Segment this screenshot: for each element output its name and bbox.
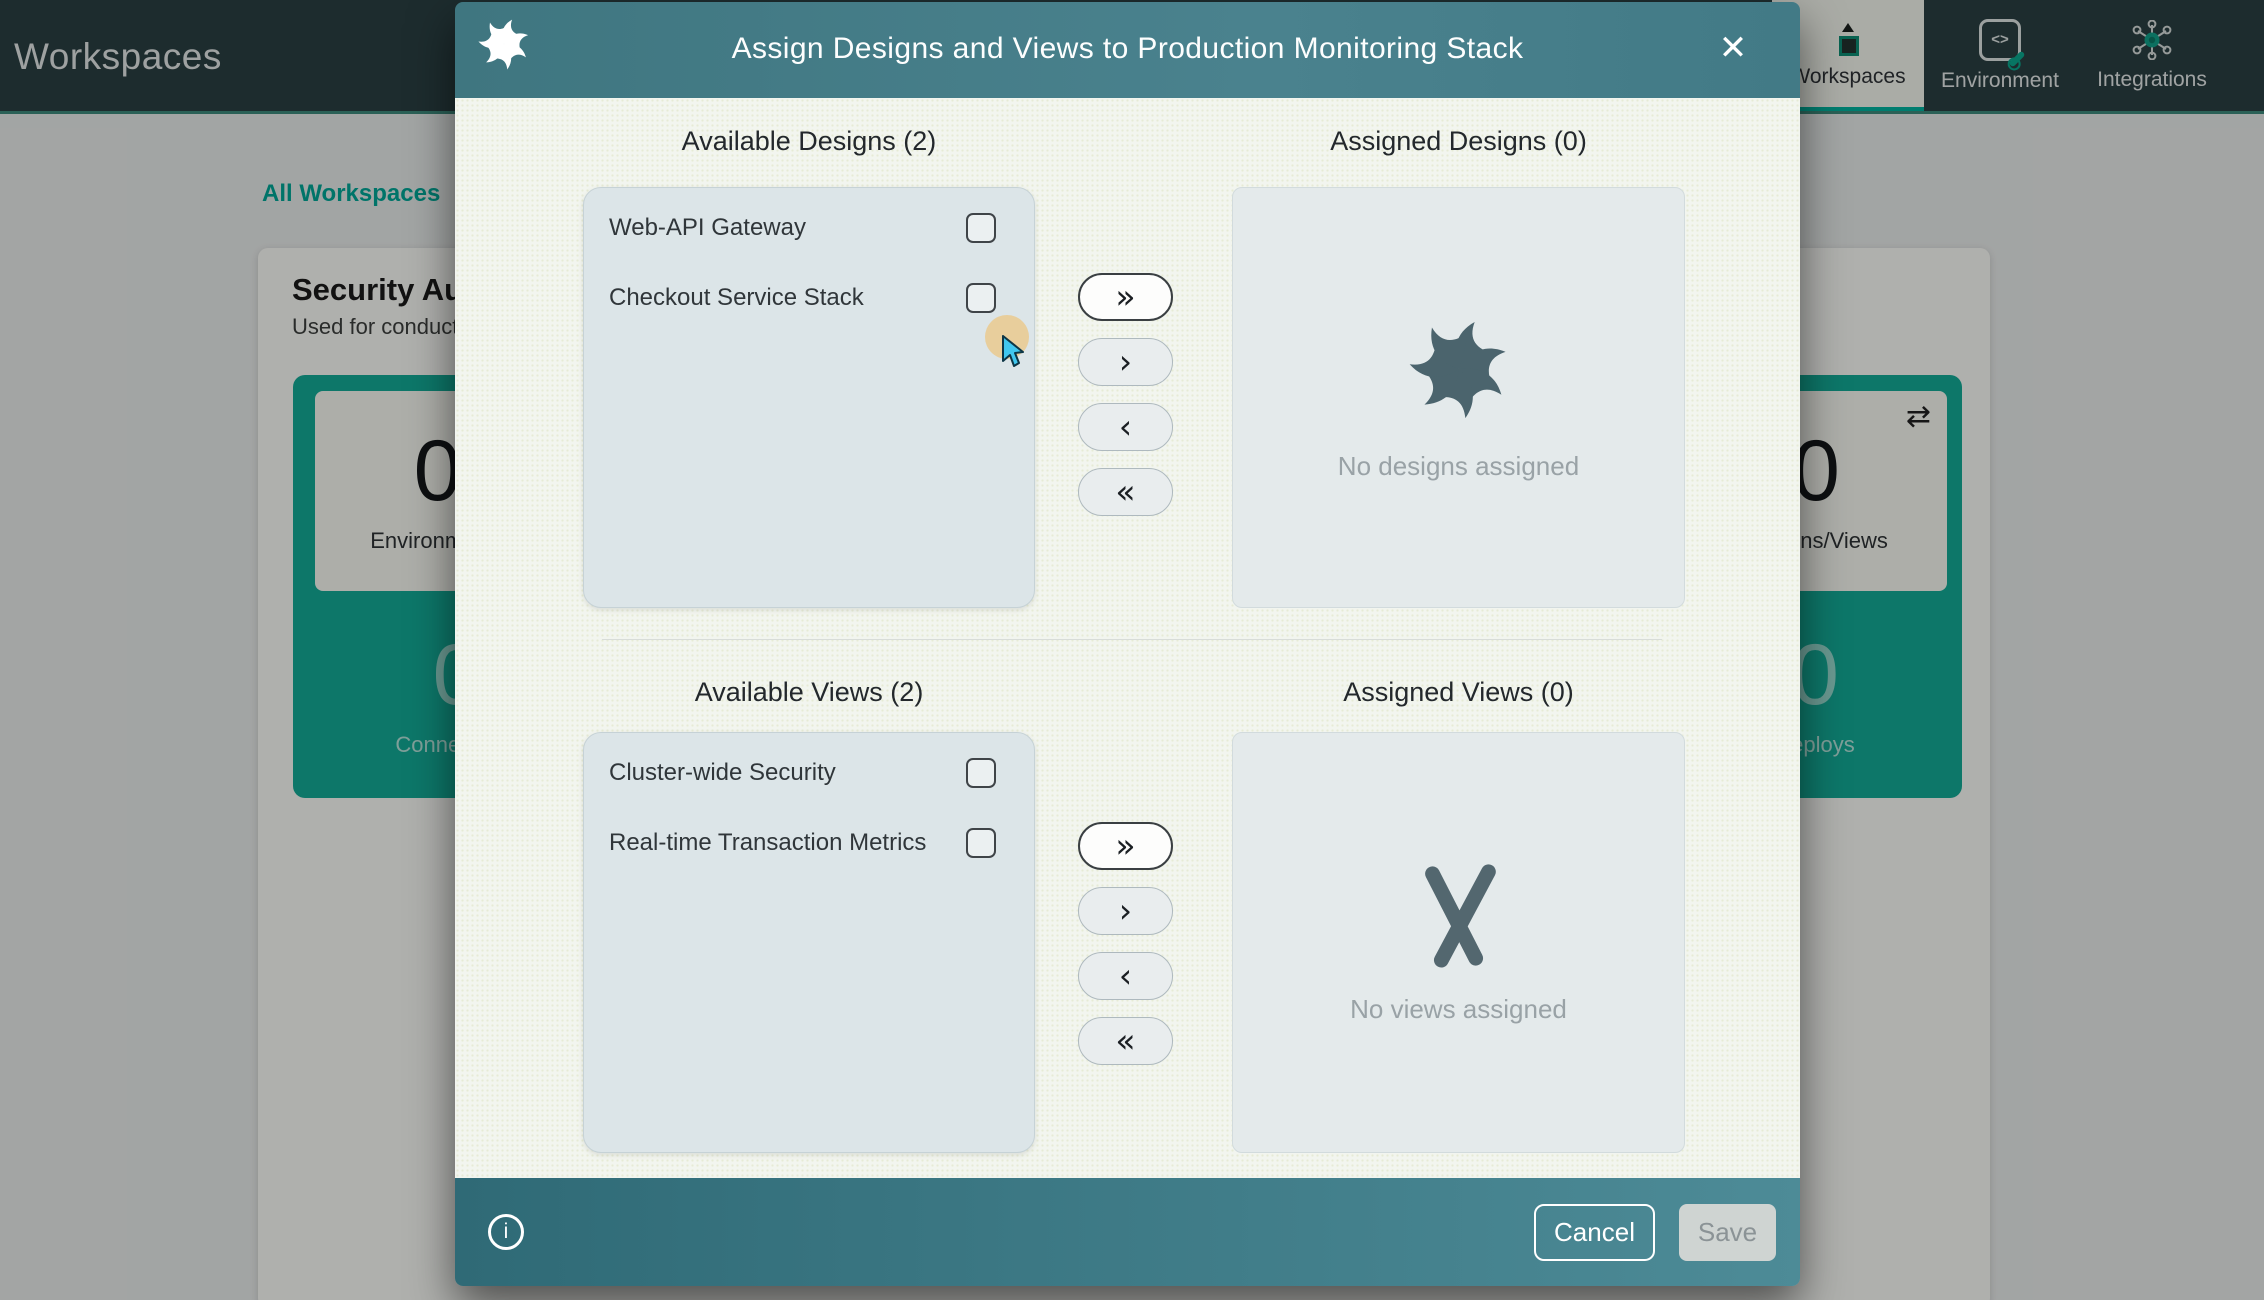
- list-item[interactable]: Checkout Service Stack: [609, 274, 996, 322]
- meshery-swirl-icon: [1403, 313, 1515, 425]
- design-label: Web-API Gateway: [609, 214, 806, 242]
- assigned-views-title: Assigned Views (0): [1232, 677, 1685, 708]
- kanvas-v-icon: [1405, 860, 1513, 968]
- list-item[interactable]: Cluster-wide Security: [609, 749, 996, 797]
- assigned-designs-panel: No designs assigned: [1232, 187, 1685, 608]
- info-icon[interactable]: i: [488, 1214, 524, 1250]
- available-designs-list: Web-API Gateway Checkout Service Stack: [583, 187, 1035, 608]
- checkbox[interactable]: [966, 828, 996, 858]
- checkbox[interactable]: [966, 283, 996, 313]
- move-left-button[interactable]: ‹: [1078, 403, 1173, 451]
- screen: Workspaces Workspaces <> Environment: [0, 0, 2264, 1300]
- views-transfer-buttons: » › ‹ «: [1078, 822, 1173, 1065]
- save-button: Save: [1679, 1204, 1776, 1261]
- view-label: Real-time Transaction Metrics: [609, 829, 926, 857]
- assign-designs-modal: Assign Designs and Views to Production M…: [455, 2, 1800, 1286]
- empty-state-text: No views assigned: [1350, 994, 1567, 1025]
- modal-header: Assign Designs and Views to Production M…: [455, 2, 1800, 98]
- assigned-designs-title: Assigned Designs (0): [1232, 126, 1685, 157]
- designs-transfer-buttons: » › ‹ «: [1078, 273, 1173, 516]
- move-all-right-button[interactable]: »: [1078, 273, 1173, 321]
- close-button[interactable]: ✕: [1711, 26, 1755, 70]
- modal-title: Assign Designs and Views to Production M…: [455, 32, 1800, 66]
- modal-footer: i Cancel Save: [455, 1178, 1800, 1286]
- section-divider: [602, 639, 1662, 640]
- move-all-left-button[interactable]: «: [1078, 1017, 1173, 1065]
- checkbox[interactable]: [966, 758, 996, 788]
- move-right-button[interactable]: ›: [1078, 887, 1173, 935]
- move-left-button[interactable]: ‹: [1078, 952, 1173, 1000]
- info-glyph: i: [504, 1220, 509, 1244]
- available-designs-title: Available Designs (2): [583, 126, 1035, 157]
- modal-body: Available Designs (2) Assigned Designs (…: [455, 98, 1800, 1178]
- move-all-left-button[interactable]: «: [1078, 468, 1173, 516]
- view-label: Cluster-wide Security: [609, 759, 836, 787]
- checkbox[interactable]: [966, 213, 996, 243]
- assigned-views-panel: No views assigned: [1232, 732, 1685, 1153]
- available-views-list: Cluster-wide Security Real-time Transact…: [583, 732, 1035, 1153]
- list-item[interactable]: Web-API Gateway: [609, 204, 996, 252]
- design-label: Checkout Service Stack: [609, 284, 864, 312]
- available-views-title: Available Views (2): [583, 677, 1035, 708]
- empty-state-text: No designs assigned: [1338, 451, 1579, 482]
- list-item[interactable]: Real-time Transaction Metrics: [609, 819, 996, 867]
- cancel-button[interactable]: Cancel: [1534, 1204, 1655, 1261]
- move-right-button[interactable]: ›: [1078, 338, 1173, 386]
- move-all-right-button[interactable]: »: [1078, 822, 1173, 870]
